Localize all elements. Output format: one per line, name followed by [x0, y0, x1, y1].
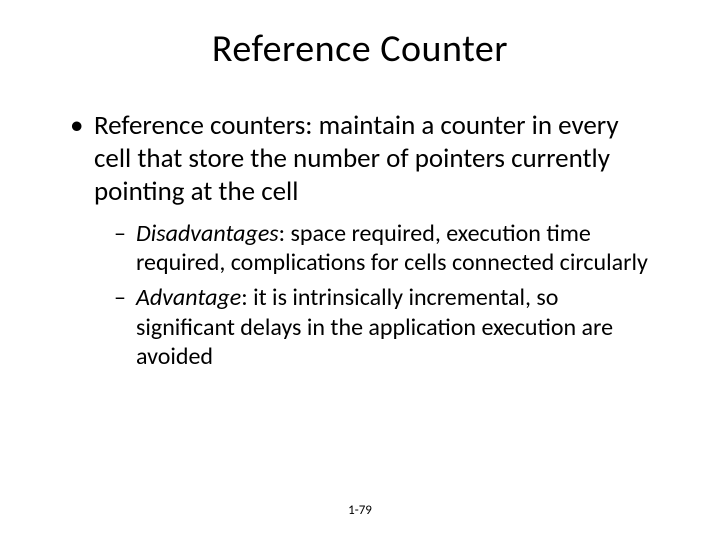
sub-bullet-item: Advantage: it is intrinsically increment…	[114, 283, 660, 371]
bullet-list: Reference counters: maintain a counter i…	[70, 110, 660, 371]
sub-bullet-label: Disadvantages	[136, 219, 279, 248]
slide-number: 1-79	[0, 503, 720, 518]
sub-bullet-item: Disadvantages: space required, execution…	[114, 219, 660, 278]
bullet-text: Reference counters: maintain a counter i…	[94, 109, 619, 208]
slide-title: Reference Counter	[0, 0, 720, 82]
bullet-item: Reference counters: maintain a counter i…	[70, 110, 660, 371]
sub-bullet-list: Disadvantages: space required, execution…	[114, 219, 660, 371]
slide-body: Reference counters: maintain a counter i…	[0, 110, 720, 371]
sub-bullet-label: Advantage	[136, 283, 241, 312]
slide: Reference Counter Reference counters: ma…	[0, 0, 720, 540]
